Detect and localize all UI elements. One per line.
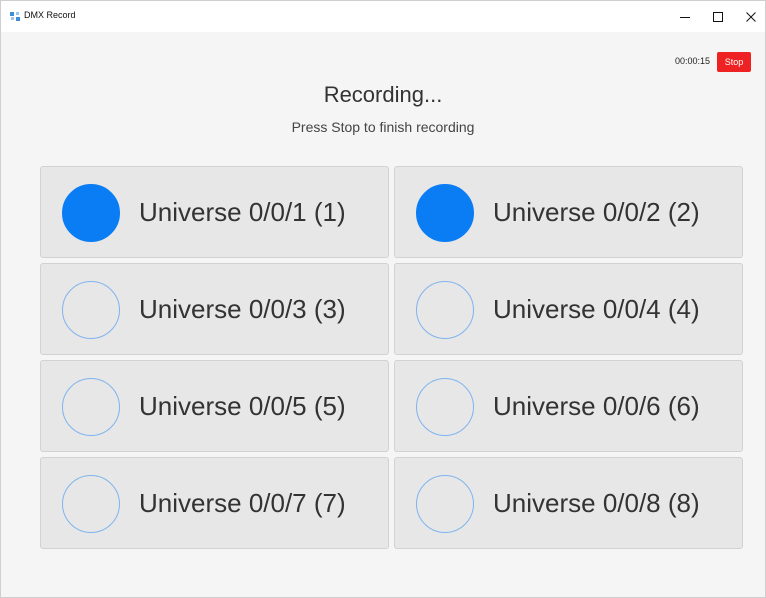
universe-label: Universe 0/0/1 (1) xyxy=(139,196,346,227)
title-bar[interactable]: DMX Record xyxy=(1,1,765,32)
minimize-icon xyxy=(680,16,690,18)
universe-label: Universe 0/0/4 (4) xyxy=(493,293,700,324)
universe-label: Universe 0/0/6 (6) xyxy=(493,390,700,421)
activity-indicator-icon xyxy=(416,281,474,339)
universe-label: Universe 0/0/7 (7) xyxy=(139,487,346,518)
universe-tile-1[interactable]: Universe 0/0/1 (1) xyxy=(40,166,389,258)
universe-label: Universe 0/0/2 (2) xyxy=(493,196,700,227)
universe-label: Universe 0/0/5 (5) xyxy=(139,390,346,421)
activity-indicator-icon xyxy=(416,475,474,533)
activity-indicator-icon xyxy=(62,281,120,339)
elapsed-time: 00:00:15 xyxy=(675,56,711,66)
universe-label: Universe 0/0/3 (3) xyxy=(139,293,346,324)
stop-button[interactable]: Stop xyxy=(717,52,751,72)
activity-indicator-icon xyxy=(62,475,120,533)
universe-tile-8[interactable]: Universe 0/0/8 (8) xyxy=(394,457,743,549)
universe-label: Universe 0/0/8 (8) xyxy=(493,487,700,518)
recording-subheading: Press Stop to finish recording xyxy=(291,119,475,135)
universe-tile-7[interactable]: Universe 0/0/7 (7) xyxy=(40,457,389,549)
activity-indicator-icon xyxy=(416,378,474,436)
universe-tile-5[interactable]: Universe 0/0/5 (5) xyxy=(40,360,389,452)
recording-heading: Recording... xyxy=(323,82,443,107)
activity-indicator-icon xyxy=(416,184,474,242)
app-icon xyxy=(10,12,20,21)
app-window: DMX Record 00:00:15 Stop Recording... Pr… xyxy=(0,0,766,598)
universe-grid: Universe 0/0/1 (1) Universe 0/0/2 (2) Un… xyxy=(40,166,743,549)
activity-indicator-icon xyxy=(62,378,120,436)
universe-tile-4[interactable]: Universe 0/0/4 (4) xyxy=(394,263,743,355)
universe-tile-2[interactable]: Universe 0/0/2 (2) xyxy=(394,166,743,258)
universe-tile-3[interactable]: Universe 0/0/3 (3) xyxy=(40,263,389,355)
universe-tile-6[interactable]: Universe 0/0/6 (6) xyxy=(394,360,743,452)
activity-indicator-icon xyxy=(62,184,120,242)
window-title: DMX Record xyxy=(24,10,76,20)
close-button[interactable] xyxy=(731,1,766,32)
maximize-icon xyxy=(713,11,723,22)
close-icon xyxy=(746,11,756,22)
